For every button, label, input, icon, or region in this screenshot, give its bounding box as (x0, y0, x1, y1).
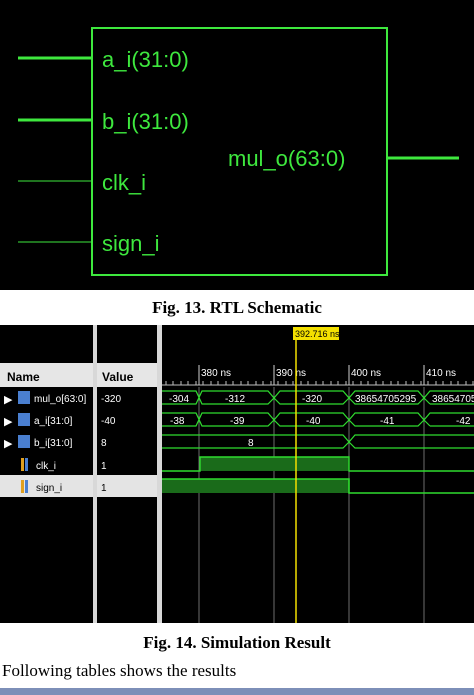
signal-value-a-i: -40 (101, 416, 116, 427)
waveform-b-i[interactable] (162, 434, 474, 449)
expand-arrow-b-i-icon[interactable]: ▶ (4, 438, 13, 450)
figure-14-caption: Fig. 14. Simulation Result (143, 633, 331, 652)
bit-icon-part (25, 458, 28, 471)
bus-icon (18, 435, 30, 448)
signal-name-sign-i[interactable]: sign_i (36, 483, 62, 494)
following-text: Following tables shows the results (2, 661, 237, 680)
signal-value-mul-o: -320 (101, 394, 121, 405)
expand-arrow-mul-o-icon[interactable]: ▶ (4, 394, 13, 406)
port-label-a-i: a_i(31:0) (102, 47, 189, 72)
bus-value-a-i-0: -38 (170, 416, 185, 427)
value-column-label: Value (102, 370, 134, 384)
signal-value-clk-i: 1 (101, 461, 107, 472)
bus-value-mul-o-0: -304 (169, 394, 189, 405)
port-label-mul-o: mul_o(63:0) (228, 146, 345, 171)
rtl-schematic-figure: a_i(31:0) b_i(31:0) clk_i sign_i mul_o(6… (0, 0, 474, 290)
panel-splitter-2[interactable] (157, 325, 162, 623)
bus-value-mul-o-1: -312 (225, 394, 245, 405)
time-label-400: 400 ns (351, 368, 381, 379)
time-label-390: 390 ns (276, 368, 306, 379)
port-label-sign-i: sign_i (102, 231, 159, 256)
name-column-label: Name (7, 370, 40, 384)
signal-name-a-i[interactable]: a_i[31:0] (34, 416, 73, 427)
bus-icon (18, 413, 30, 426)
bus-value-mul-o-4: 38654705 (432, 394, 474, 405)
port-label-clk-i: clk_i (102, 170, 146, 195)
signal-name-b-i[interactable]: b_i[31:0] (34, 438, 73, 449)
bit-icon (21, 480, 24, 493)
sign-high-fill (162, 479, 349, 493)
rtl-schematic-diagram: a_i(31:0) b_i(31:0) clk_i sign_i mul_o(6… (18, 27, 459, 276)
bus-value-mul-o-3: 38654705295 (355, 394, 417, 405)
bus-value-a-i-2: -40 (306, 416, 321, 427)
cursor-time-label: 392.716 ns (295, 329, 340, 339)
signal-value-sign-i: 1 (101, 483, 107, 494)
bus-value-a-i-3: -41 (380, 416, 395, 427)
port-label-b-i: b_i(31:0) (102, 109, 189, 134)
bit-icon (21, 458, 24, 471)
results-table-top-edge (0, 688, 474, 695)
clk-high-fill (200, 457, 349, 471)
panel-splitter-1[interactable] (93, 325, 97, 623)
bus-value-a-i-4: -42 (456, 416, 471, 427)
signal-value-b-i: 8 (101, 438, 107, 449)
bus-value-b-i-0: 8 (248, 438, 254, 449)
simulation-waveform-window: Name Value ▶ mul_o[63:0] -320 ▶ a_i[31:0… (0, 325, 474, 623)
bus-value-a-i-1: -39 (230, 416, 245, 427)
signal-name-mul-o[interactable]: mul_o[63:0] (34, 394, 86, 405)
time-label-410: 410 ns (426, 368, 456, 379)
figure-13-caption: Fig. 13. RTL Schematic (152, 298, 322, 317)
signal-name-clk-i[interactable]: clk_i (36, 461, 56, 472)
bit-icon-part (25, 480, 28, 493)
waveform-viewer: Name Value ▶ mul_o[63:0] -320 ▶ a_i[31:0… (0, 325, 474, 623)
time-label-380: 380 ns (201, 368, 231, 379)
bus-value-mul-o-2: -320 (302, 394, 322, 405)
bus-icon (18, 391, 30, 404)
expand-arrow-a-i-icon[interactable]: ▶ (4, 416, 13, 428)
